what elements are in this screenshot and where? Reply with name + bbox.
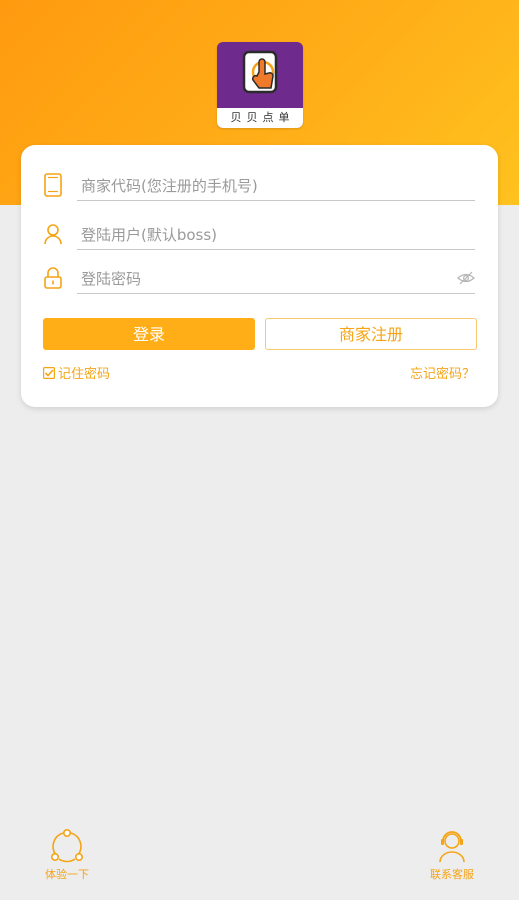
contact-support-button[interactable]: 联系客服 (407, 828, 497, 882)
share-circle-icon (50, 828, 83, 863)
hand-tap-icon (242, 50, 278, 94)
user-icon (44, 224, 62, 245)
lock-icon (44, 267, 62, 289)
headset-icon (439, 831, 465, 863)
forgot-password-link[interactable]: 忘记密码？ (410, 366, 475, 384)
contact-support-label: 联系客服 (430, 868, 474, 881)
merchant-code-input[interactable] (77, 171, 475, 201)
eye-hidden-icon[interactable] (457, 270, 475, 286)
phone-icon (44, 173, 62, 197)
merchant-register-button[interactable]: 商家注册 (265, 318, 477, 350)
username-input[interactable] (77, 220, 475, 250)
app-logo: 贝贝点单 (217, 42, 303, 128)
login-card: 登录 商家注册 记住密码 忘记密码？ (21, 145, 498, 407)
username-row (21, 212, 498, 256)
password-row (21, 256, 498, 300)
try-demo-button[interactable]: 体验一下 (22, 828, 112, 882)
merchant-code-row (21, 163, 498, 207)
login-button[interactable]: 登录 (43, 318, 255, 350)
remember-password-checkbox[interactable]: 记住密码 (43, 366, 110, 384)
app-logo-label: 贝贝点单 (217, 108, 303, 128)
password-input[interactable] (77, 264, 475, 294)
try-demo-label: 体验一下 (45, 868, 89, 881)
checkbox-checked-icon (43, 367, 55, 379)
remember-password-label: 记住密码 (58, 367, 111, 382)
